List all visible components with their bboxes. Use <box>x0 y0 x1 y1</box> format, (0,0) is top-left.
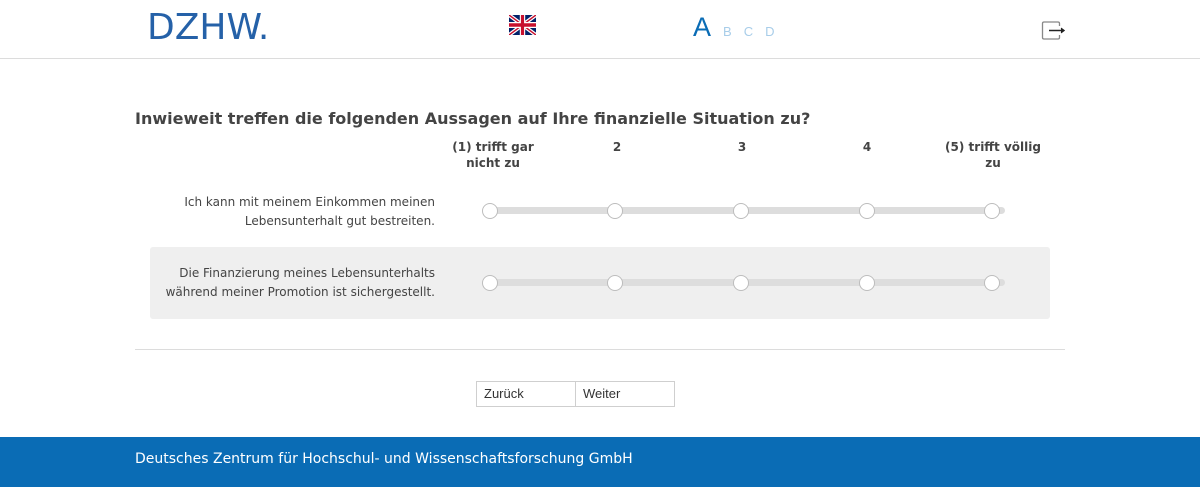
item-1-label: Ich kann mit meinem Einkommen meinen Leb… <box>184 195 435 228</box>
item-2-option-1[interactable] <box>482 275 498 291</box>
font-size-c[interactable]: C <box>744 22 753 42</box>
item-1-option-3[interactable] <box>733 203 749 219</box>
font-size-switch: A B C D <box>693 12 774 42</box>
scale-label-5: (5) trifft völlig zu <box>945 140 1041 170</box>
footer-text: Deutsches Zentrum für Hochschul- und Wis… <box>135 451 633 467</box>
item-1-option-1[interactable] <box>482 203 498 219</box>
item-2-option-4[interactable] <box>859 275 875 291</box>
font-size-b[interactable]: B <box>723 22 732 42</box>
item-2-option-2[interactable] <box>607 275 623 291</box>
item-2-option-3[interactable] <box>733 275 749 291</box>
font-size-a[interactable]: A <box>693 12 711 42</box>
scale-label-3: 3 <box>737 140 747 154</box>
question-title: Inwieweit treffen die folgenden Aussagen… <box>135 109 811 128</box>
logout-icon[interactable] <box>1041 20 1065 41</box>
page-footer: Deutsches Zentrum für Hochschul- und Wis… <box>0 437 1200 487</box>
item-1-option-4[interactable] <box>859 203 875 219</box>
back-button[interactable]: Zurück <box>476 381 576 407</box>
uk-flag-icon[interactable] <box>509 15 536 35</box>
scale-label-4: 4 <box>862 140 872 154</box>
font-size-d[interactable]: D <box>765 22 774 42</box>
item-1-option-2[interactable] <box>607 203 623 219</box>
scale-label-1: (1) trifft gar nicht zu <box>452 140 534 170</box>
item-1-option-5[interactable] <box>984 203 1000 219</box>
divider <box>135 349 1065 350</box>
page-header: DZHW. A B C D <box>0 0 1200 59</box>
item-2-label: Die Finanzierung meines Lebensunterhalts… <box>165 266 435 299</box>
item-2-option-5[interactable] <box>984 275 1000 291</box>
dzhw-logo: DZHW. <box>147 7 270 48</box>
next-button[interactable]: Weiter <box>575 381 675 407</box>
scale-label-2: 2 <box>612 140 622 154</box>
